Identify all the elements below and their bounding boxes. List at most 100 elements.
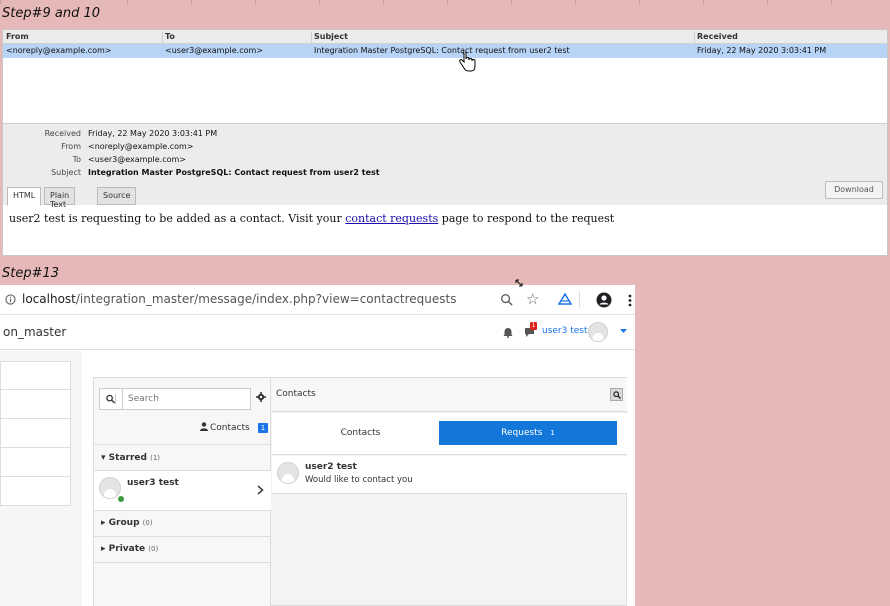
nav-item[interactable] [0, 361, 71, 390]
search-input[interactable] [128, 394, 238, 404]
mail-viewer: From To Subject Received <noreply@exampl… [2, 29, 888, 256]
message-list-header: From To Subject Received [3, 30, 887, 46]
subject-label: Subject [51, 168, 81, 177]
section-divider [94, 562, 271, 563]
group-count: (0) [142, 519, 153, 527]
message-body: user2 test is requesting to be added as … [9, 212, 614, 225]
to-label: To [72, 155, 81, 164]
page-content: Contacts1 ▾ Starred (1) user3 test [0, 351, 635, 606]
private-header[interactable]: ▸ Private (0) [101, 544, 158, 554]
row-received: Friday, 22 May 2020 3:03:41 PM [697, 46, 827, 55]
row-to: <user3@example.com> [165, 46, 264, 55]
search-icon[interactable] [106, 394, 116, 404]
url-bar[interactable]: localhost/integration_master/message/ind… [0, 285, 635, 315]
nav-item[interactable] [0, 448, 71, 477]
url-host: localhost [22, 292, 76, 306]
contacts-pane-title: Contacts [276, 389, 316, 399]
body-text-pre: user2 test is requesting to be added as … [9, 212, 346, 225]
caret-right-icon: ▸ [101, 544, 106, 554]
column-subject[interactable]: Subject [314, 32, 348, 41]
private-label: Private [108, 544, 146, 554]
messaging-drawer: Contacts1 ▾ Starred (1) user3 test [93, 377, 627, 606]
tab-contacts[interactable]: Contacts [272, 421, 449, 445]
row-subject: Integration Master PostgreSQL: Contact r… [314, 46, 570, 55]
zoom-icon[interactable] [500, 293, 513, 306]
requests-count-badge: 1 [550, 429, 555, 437]
nav-item[interactable] [0, 390, 71, 419]
message-row[interactable]: <noreply@example.com> <user3@example.com… [3, 44, 887, 58]
group-section[interactable]: ▸ Group (0) [94, 510, 271, 536]
user-avatar[interactable] [588, 322, 608, 342]
contacts-link-label: Contacts [210, 423, 250, 433]
contact-request-item[interactable]: user2 test Would like to contact you [272, 456, 627, 494]
bell-icon[interactable] [503, 327, 513, 338]
request-text: Would like to contact you [305, 475, 413, 485]
info-icon[interactable] [5, 294, 16, 305]
message-details: Received Friday, 22 May 2020 3:03:41 PM … [3, 123, 887, 209]
search-field[interactable] [99, 388, 251, 410]
online-status-dot [118, 496, 124, 502]
column-from[interactable]: From [6, 32, 29, 41]
subject-value: Integration Master PostgreSQL: Contact r… [88, 168, 380, 177]
tab-plain-text[interactable]: Plain Text [44, 187, 76, 209]
column-to[interactable]: To [165, 32, 175, 41]
search-divider [122, 389, 123, 409]
chevron-right-icon[interactable] [257, 485, 264, 495]
starred-label: Starred [108, 453, 147, 463]
nav-item[interactable] [0, 477, 71, 506]
hand-cursor-icon [459, 52, 476, 72]
contacts-pane-header: Contacts [272, 378, 627, 412]
request-name: user2 test [305, 462, 357, 472]
profile-icon[interactable] [596, 292, 612, 308]
group-label: Group [108, 518, 140, 528]
contacts-badge: 1 [257, 423, 269, 433]
row-from: <noreply@example.com> [6, 46, 112, 55]
starred-section[interactable]: ▾ Starred (1) [94, 444, 271, 471]
caret-down-icon: ▾ [101, 453, 106, 463]
column-received[interactable]: Received [697, 32, 738, 41]
search-icon [613, 391, 621, 399]
tab-source[interactable]: Source [97, 187, 137, 205]
message-count-badge: 1 [530, 322, 537, 330]
user-menu-name[interactable]: user3 test [542, 326, 588, 336]
contacts-tabs: Contacts Requests 1 [272, 413, 627, 455]
nav-item[interactable] [0, 419, 71, 448]
bookmark-star-icon[interactable]: ☆ [526, 290, 539, 308]
tab-requests[interactable]: Requests 1 [439, 421, 617, 445]
resize-cursor-icon [515, 279, 523, 287]
starred-header[interactable]: ▾ Starred (1) [101, 453, 160, 463]
group-header[interactable]: ▸ Group (0) [101, 518, 153, 528]
gear-icon[interactable] [256, 392, 266, 402]
conversation-name: user3 test [127, 478, 179, 488]
top-tab-strip [0, 0, 890, 4]
contacts-link[interactable]: Contacts 1 [200, 422, 269, 433]
left-nav [0, 361, 71, 506]
to-value: <user3@example.com> [88, 155, 187, 164]
extension-drive-icon[interactable] [558, 293, 572, 306]
browser-window: localhost/integration_master/message/ind… [0, 285, 635, 606]
contacts-pane: Contacts Contacts Requests 1 user2 test … [272, 378, 627, 606]
from-value: <noreply@example.com> [88, 142, 194, 151]
step-label-top: Step#9 and 10 [2, 6, 101, 21]
download-button[interactable]: Download [825, 181, 883, 199]
site-title[interactable]: on_master [3, 325, 66, 339]
search-contacts-button[interactable] [610, 388, 623, 401]
received-value: Friday, 22 May 2020 3:03:41 PM [88, 129, 218, 138]
url-text[interactable]: localhost/integration_master/message/ind… [22, 292, 456, 306]
from-label: From [61, 142, 81, 151]
toolbar-divider [579, 291, 580, 308]
private-count: (0) [148, 545, 159, 553]
menu-kebab-icon[interactable] [628, 294, 632, 307]
messaging-sidebar: Contacts 1 ▾ Starred (1) user3 test [94, 378, 271, 606]
starred-conversation[interactable]: user3 test [94, 470, 271, 510]
caret-down-icon[interactable] [620, 329, 627, 334]
private-section[interactable]: ▸ Private (0) [94, 536, 271, 562]
body-text-post: page to respond to the request [438, 212, 615, 225]
step-label-bottom: Step#13 [2, 266, 60, 281]
conversation-avatar [99, 477, 121, 499]
received-label: Received [44, 129, 81, 138]
caret-right-icon: ▸ [101, 518, 106, 528]
starred-count: (1) [150, 454, 161, 462]
contact-requests-link[interactable]: contact requests [345, 212, 438, 225]
tab-html[interactable]: HTML [7, 187, 42, 206]
